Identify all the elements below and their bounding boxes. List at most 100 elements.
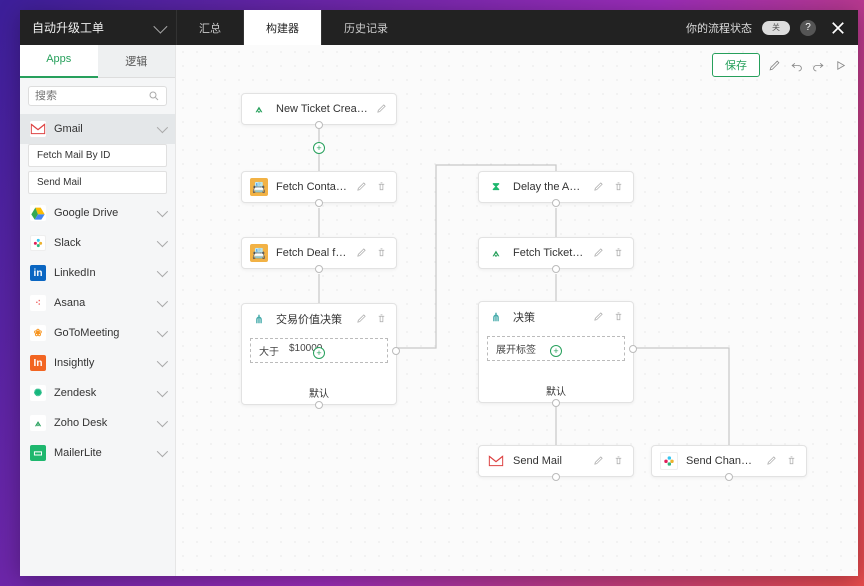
node-fetch-contact[interactable]: 📇 Fetch Contact from CRM bbox=[241, 171, 397, 203]
sidebar-tab-logic[interactable]: 逻辑 bbox=[98, 45, 176, 78]
help-icon[interactable]: ? bbox=[800, 20, 816, 36]
delete-icon[interactable] bbox=[613, 247, 625, 259]
gmail-action-fetch[interactable]: Fetch Mail By ID bbox=[28, 144, 167, 167]
delete-icon[interactable] bbox=[376, 247, 388, 259]
drive-icon bbox=[30, 205, 46, 221]
node-title: 决策 bbox=[513, 309, 585, 325]
linkedin-icon: in bbox=[30, 265, 46, 281]
chevron-down-icon bbox=[157, 356, 168, 367]
node-fetch-deal[interactable]: 📇 Fetch Deal from CRM bbox=[241, 237, 397, 269]
play-icon[interactable] bbox=[832, 57, 848, 73]
node-title: Fetch Ticket from Supp... bbox=[513, 247, 585, 259]
node-delay[interactable]: ⧗ Delay the Action bbox=[478, 171, 634, 203]
sidebar-item-linkedin[interactable]: in LinkedIn bbox=[20, 258, 175, 288]
gotomeeting-icon: ❀ bbox=[30, 325, 46, 341]
redo-icon[interactable] bbox=[810, 57, 826, 73]
edit-icon[interactable] bbox=[356, 313, 368, 325]
sidebar-item-zoho[interactable]: ⟑ Zoho Desk bbox=[20, 408, 175, 438]
flow-status-label: 你的流程状态 bbox=[686, 20, 752, 36]
delete-icon[interactable] bbox=[376, 181, 388, 193]
sidebar-item-gtm[interactable]: ❀ GoToMeeting bbox=[20, 318, 175, 348]
edit-icon[interactable] bbox=[593, 181, 605, 193]
node-fetch-ticket[interactable]: ⟑ Fetch Ticket from Supp... bbox=[478, 237, 634, 269]
branch-icon: ⋔ bbox=[487, 308, 505, 326]
zohodesk-icon: ⟑ bbox=[487, 244, 505, 262]
chevron-down-icon bbox=[157, 416, 168, 427]
sidebar-item-label: LinkedIn bbox=[54, 267, 96, 279]
node-title: Delay the Action bbox=[513, 181, 585, 193]
sidebar-item-label: GoToMeeting bbox=[54, 327, 119, 339]
branch-icon: ⋔ bbox=[250, 310, 268, 328]
asana-icon: ⁖ bbox=[30, 295, 46, 311]
node-title: Send Channel Message bbox=[686, 455, 758, 467]
node-title: Fetch Contact from CRM bbox=[276, 181, 348, 193]
edit-icon[interactable] bbox=[356, 181, 368, 193]
canvas[interactable]: 保存 ⟑ New Ticket C bbox=[176, 45, 858, 576]
chevron-down-icon bbox=[157, 326, 168, 337]
add-condition-icon[interactable]: + bbox=[313, 347, 325, 359]
gmail-icon bbox=[487, 452, 505, 470]
edit-icon[interactable] bbox=[766, 57, 782, 73]
sidebar-item-label: Slack bbox=[54, 237, 81, 249]
add-node-icon[interactable]: + bbox=[313, 142, 325, 154]
hourglass-icon: ⧗ bbox=[487, 178, 505, 196]
sidebar-item-label: Zendesk bbox=[54, 387, 96, 399]
node-decision-2[interactable]: ⋔ 决策 展开标签 + 默认 bbox=[478, 301, 634, 403]
sidebar-item-label: Google Drive bbox=[54, 207, 118, 219]
delete-icon[interactable] bbox=[613, 455, 625, 467]
slack-icon bbox=[660, 452, 678, 470]
title-dropdown-icon[interactable] bbox=[153, 19, 167, 33]
sidebar-item-mailerlite[interactable]: ▭ MailerLite bbox=[20, 438, 175, 468]
sidebar-item-drive[interactable]: Google Drive bbox=[20, 198, 175, 228]
node-new-ticket[interactable]: ⟑ New Ticket Created in ... bbox=[241, 93, 397, 125]
sidebar-item-zendesk[interactable]: ✺ Zendesk bbox=[20, 378, 175, 408]
edit-icon[interactable] bbox=[593, 311, 605, 323]
mailerlite-icon: ▭ bbox=[30, 445, 46, 461]
flow-status-toggle[interactable]: 关 bbox=[762, 21, 790, 35]
sidebar-item-insightly[interactable]: In Insightly bbox=[20, 348, 175, 378]
edit-icon[interactable] bbox=[376, 103, 388, 115]
tab-builder[interactable]: 构建器 bbox=[243, 10, 321, 45]
sidebar-item-label: Gmail bbox=[54, 123, 83, 135]
edit-icon[interactable] bbox=[356, 247, 368, 259]
delete-icon[interactable] bbox=[786, 455, 798, 467]
delete-icon[interactable] bbox=[613, 311, 625, 323]
insightly-icon: In bbox=[30, 355, 46, 371]
save-button[interactable]: 保存 bbox=[712, 53, 760, 77]
sidebar-item-gmail[interactable]: Gmail bbox=[20, 114, 175, 144]
undo-icon[interactable] bbox=[788, 57, 804, 73]
header: 自动升级工单 汇总 构建器 历史记录 你的流程状态 关 ? bbox=[20, 10, 858, 45]
edit-icon[interactable] bbox=[593, 455, 605, 467]
tab-history[interactable]: 历史记录 bbox=[321, 10, 410, 45]
node-decision-deal-value[interactable]: ⋔ 交易价值决策 大于 $10000 + 默认 bbox=[241, 303, 397, 405]
sidebar-item-label: MailerLite bbox=[54, 447, 102, 459]
edit-icon[interactable] bbox=[593, 247, 605, 259]
node-title: Send Mail bbox=[513, 455, 585, 467]
sidebar: Apps 逻辑 Gmail Fetch Mail By ID Send Mail… bbox=[20, 45, 176, 576]
search-input-wrap bbox=[28, 86, 167, 106]
sidebar-item-label: Zoho Desk bbox=[54, 417, 107, 429]
chevron-down-icon bbox=[157, 266, 168, 277]
gmail-action-send[interactable]: Send Mail bbox=[28, 171, 167, 194]
delete-icon[interactable] bbox=[613, 181, 625, 193]
sidebar-tab-apps[interactable]: Apps bbox=[20, 45, 98, 78]
chevron-down-icon bbox=[157, 236, 168, 247]
page-title: 自动升级工单 bbox=[32, 19, 104, 36]
sidebar-item-asana[interactable]: ⁖ Asana bbox=[20, 288, 175, 318]
chevron-down-icon bbox=[157, 386, 168, 397]
search-input[interactable] bbox=[35, 90, 148, 102]
tab-summary[interactable]: 汇总 bbox=[176, 10, 243, 45]
node-send-mail[interactable]: Send Mail bbox=[478, 445, 634, 477]
crm-icon: 📇 bbox=[250, 244, 268, 262]
chevron-down-icon bbox=[157, 296, 168, 307]
chevron-down-icon bbox=[157, 446, 168, 457]
close-icon[interactable] bbox=[826, 16, 850, 40]
edit-icon[interactable] bbox=[766, 455, 778, 467]
node-send-channel-message[interactable]: Send Channel Message bbox=[651, 445, 807, 477]
sidebar-item-slack[interactable]: Slack bbox=[20, 228, 175, 258]
search-icon bbox=[148, 90, 160, 102]
header-tabs: 汇总 构建器 历史记录 bbox=[176, 10, 410, 45]
node-title: Fetch Deal from CRM bbox=[276, 247, 348, 259]
add-condition-icon[interactable]: + bbox=[550, 345, 562, 357]
delete-icon[interactable] bbox=[376, 313, 388, 325]
